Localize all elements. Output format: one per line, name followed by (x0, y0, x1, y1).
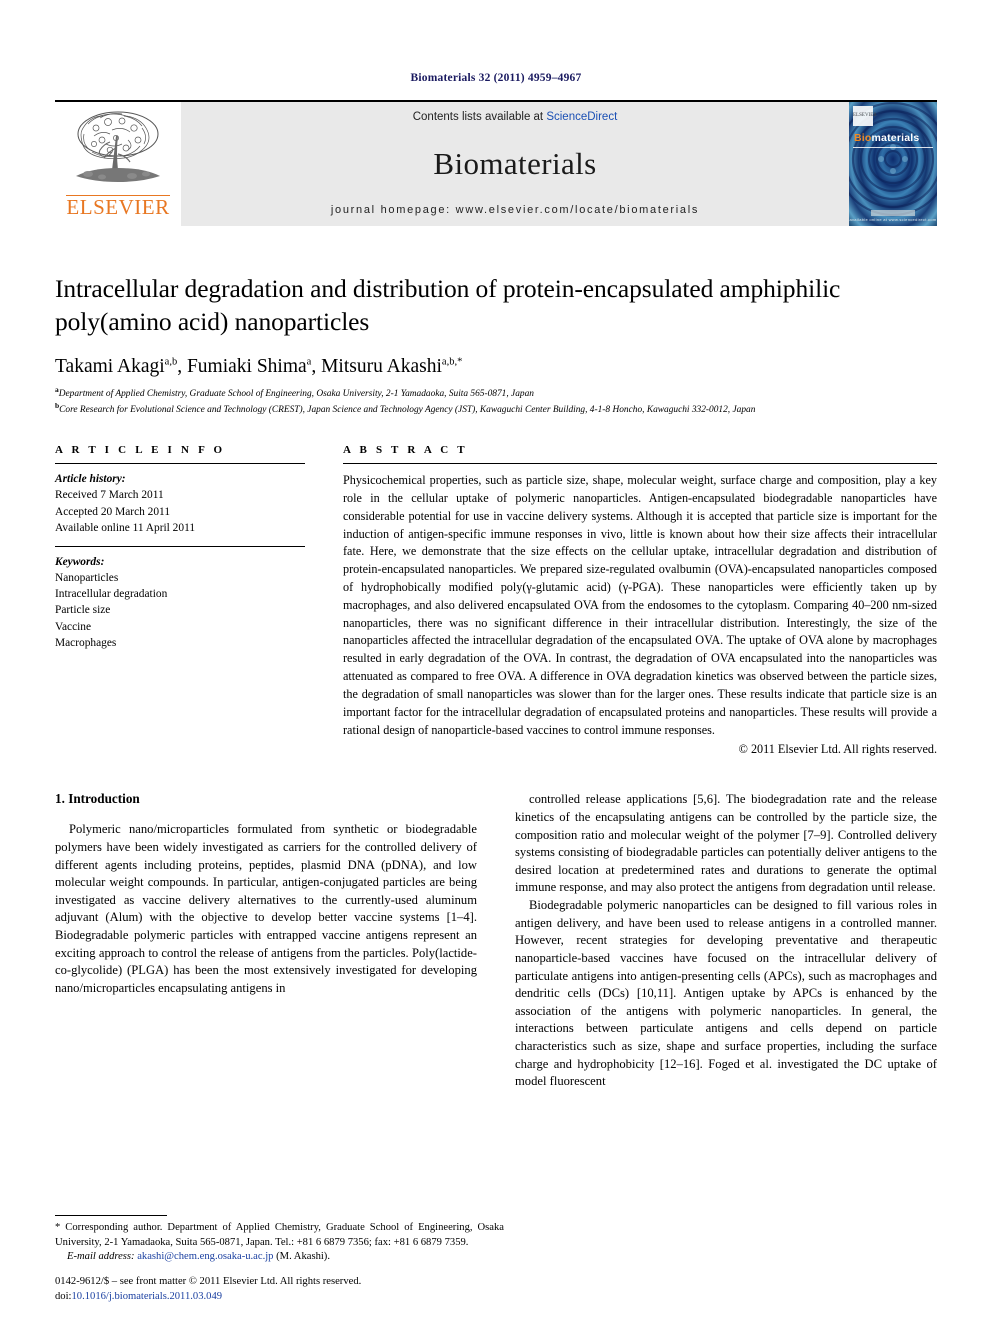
doi-label: doi: (55, 1291, 72, 1303)
article-info-body: Article history: Received 7 March 2011 A… (55, 464, 305, 651)
affiliation-text: Department of Applied Chemistry, Graduat… (58, 388, 534, 399)
doi-link[interactable]: 10.1016/j.biomaterials.2011.03.049 (71, 1291, 222, 1302)
article-history-block: Article history: Received 7 March 2011 A… (55, 471, 305, 536)
affiliation-item: aDepartment of Applied Chemistry, Gradua… (55, 385, 937, 402)
paragraph: Biodegradable polymeric nanoparticles ca… (515, 898, 937, 1089)
journal-masthead: ELSEVIER Contents lists available at Sci… (55, 100, 937, 226)
keyword-item: Intracellular degradation (55, 588, 168, 601)
history-item: Received 7 March 2011 (55, 489, 164, 502)
article-info-column: A R T I C L E I N F O Article history: R… (55, 444, 305, 757)
elsevier-tree-icon (76, 111, 160, 182)
page-title: Intracellular degradation and distributi… (55, 274, 841, 337)
journal-homepage-line[interactable]: journal homepage: www.elsevier.com/locat… (331, 204, 699, 216)
cover-title-bio: Bio (854, 132, 872, 144)
contents-prefix: Contents lists available at (412, 111, 547, 123)
affiliation-list: aDepartment of Applied Chemistry, Gradua… (55, 385, 937, 419)
keyword-item: Macrophages (55, 636, 117, 649)
body-columns: 1. Introduction Polymeric nano/micropart… (55, 791, 937, 1091)
author-marks: a,b (164, 356, 178, 368)
contents-available-line: Contents lists available at ScienceDirec… (413, 111, 618, 123)
email-label: E-mail address: (67, 1251, 135, 1263)
body-column-right: controlled release applications [5,6]. T… (515, 791, 937, 1091)
info-abstract-region: A R T I C L E I N F O Article history: R… (55, 444, 937, 757)
title-block: Intracellular degradation and distributi… (55, 272, 937, 418)
affiliation-text: Core Research for Evolutional Science an… (59, 405, 756, 416)
sciencedirect-link[interactable]: ScienceDirect (546, 111, 617, 123)
article-history-label: Article history: (55, 473, 126, 486)
history-item: Accepted 20 March 2011 (55, 505, 171, 518)
running-head: Biomaterials 32 (2011) 4959–4967 (410, 72, 582, 84)
footnote-rule (55, 1215, 167, 1217)
journal-name: Biomaterials (433, 146, 597, 181)
author-marks: a (306, 356, 312, 368)
author-name[interactable]: Mitsuru Akashi (321, 356, 442, 377)
abstract-column: A B S T R A C T Physicochemical properti… (343, 444, 937, 757)
abstract-text: Physicochemical properties, such as part… (343, 473, 937, 737)
cover-title-materials: materials (871, 132, 920, 144)
cover-bottom-bar (871, 210, 915, 216)
keyword-item: Particle size (55, 604, 111, 617)
journal-cover-thumbnail[interactable]: ELSEVIER Biomaterials available online a… (849, 102, 937, 226)
keyword-item: Nanoparticles (55, 572, 119, 585)
paragraph: Polymeric nano/microparticles formulated… (55, 822, 477, 995)
elsevier-logo: ELSEVIER (55, 102, 181, 226)
footnote-region: * Corresponding author. Department of Ap… (55, 1215, 504, 1265)
author-name[interactable]: Fumiaki Shima (187, 356, 307, 377)
author-list: Takami Akagia,b, Fumiaki Shimaa, Mitsuru… (55, 356, 463, 378)
article-page: Biomaterials 32 (2011) 4959–4967 ELSEVIE… (0, 0, 992, 1323)
journal-band: Contents lists available at ScienceDirec… (181, 102, 849, 226)
email-link[interactable]: akashi@chem.eng.osaka-u.ac.jp (137, 1251, 273, 1262)
article-info-heading: A R T I C L E I N F O (55, 444, 226, 457)
imprint-region: 0142-9612/$ – see front matter © 2011 El… (55, 1275, 361, 1305)
abstract-copyright: © 2011 Elsevier Ltd. All rights reserved… (738, 742, 937, 757)
email-suffix: (M. Akashi). (276, 1251, 330, 1263)
history-item: Available online 11 April 2011 (55, 521, 196, 534)
abstract-heading: A B S T R A C T (343, 444, 468, 457)
affiliation-item: bCore Research for Evolutional Science a… (55, 401, 937, 418)
email-note: E-mail address: akashi@chem.eng.osaka-u.… (55, 1250, 504, 1265)
author-marks: a,b,* (441, 356, 463, 368)
keyword-item: Vaccine (55, 620, 92, 633)
doi-line: doi:10.1016/j.biomaterials.2011.03.049 (55, 1290, 361, 1305)
keywords-label: Keywords: (55, 555, 105, 568)
issn-line: 0142-9612/$ – see front matter © 2011 El… (55, 1276, 362, 1288)
elsevier-wordmark: ELSEVIER (66, 195, 170, 219)
corresponding-author-note: * Corresponding author. Department of Ap… (55, 1222, 504, 1248)
cover-title: Biomaterials (854, 132, 919, 144)
cover-divider (853, 147, 933, 148)
paragraph: controlled release applications [5,6]. T… (515, 792, 937, 895)
body-column-left: 1. Introduction Polymeric nano/micropart… (55, 791, 477, 1091)
keywords-block: Keywords: Nanoparticles Intracellular de… (55, 547, 305, 651)
section-heading-introduction: 1. Introduction (55, 791, 140, 807)
author-name[interactable]: Takami Akagi (55, 356, 165, 377)
cover-footer-text: available online at www.sciencedirect.co… (849, 217, 937, 222)
cover-elsevier-mark: ELSEVIER (853, 106, 877, 126)
